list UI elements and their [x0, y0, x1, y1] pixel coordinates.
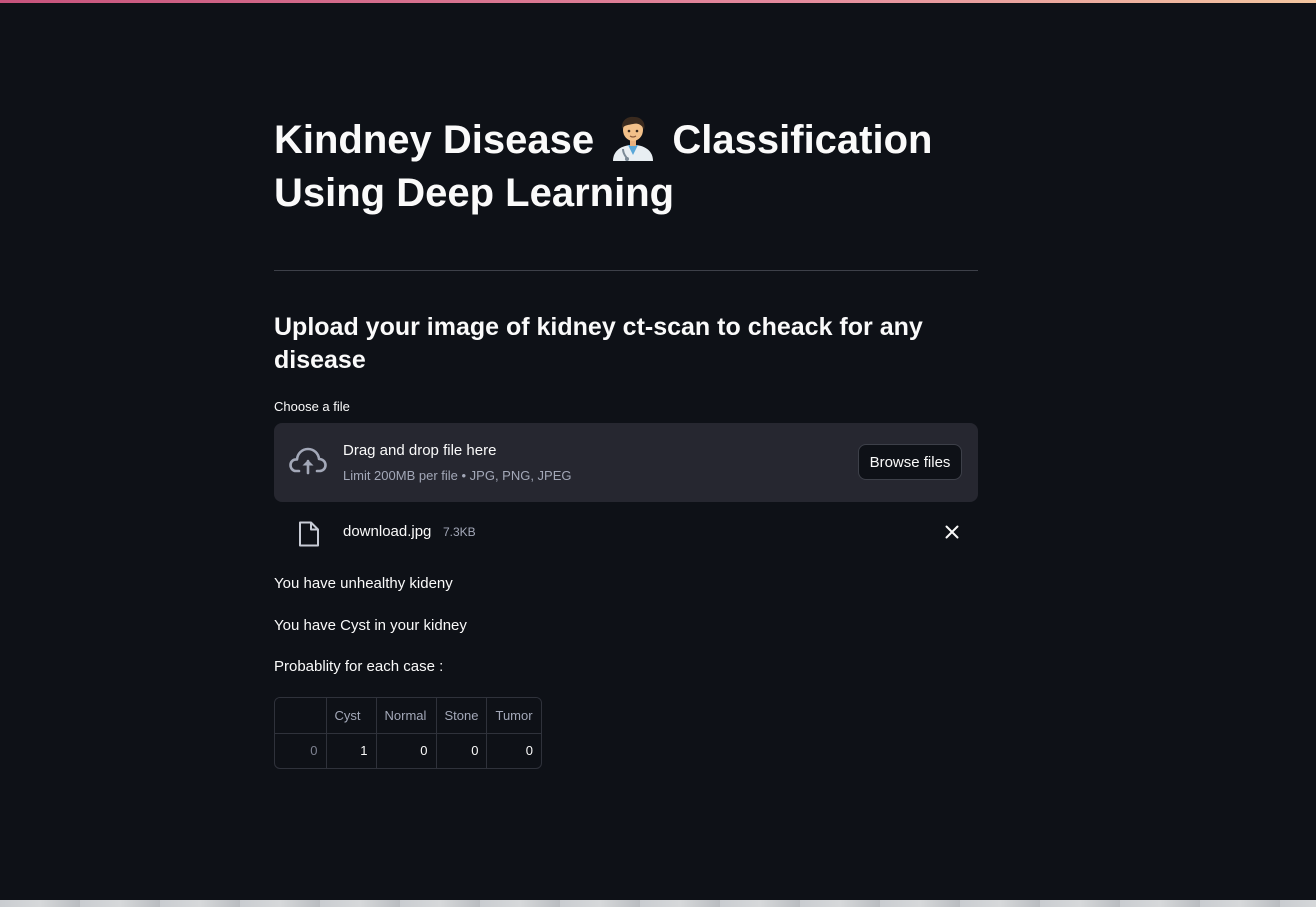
dropzone-title: Drag and drop file here — [343, 442, 497, 459]
health-worker-emoji-icon — [613, 116, 654, 161]
table-header-normal[interactable]: Normal — [376, 698, 437, 734]
uploaded-file-name: download.jpg — [343, 523, 432, 540]
table-header-index — [275, 698, 327, 734]
result-diagnosis-text: You have Cyst in your kidney — [274, 617, 467, 634]
table-row: 0 1 0 0 0 — [275, 733, 541, 768]
browse-files-button[interactable]: Browse files — [858, 444, 962, 480]
dropzone-limit-text: Limit 200MB per file • JPG, PNG, JPEG — [343, 468, 572, 483]
page-title-part1: Kindney Disease — [274, 118, 595, 162]
result-status-text: You have unhealthy kideny — [274, 575, 453, 592]
table-header-tumor[interactable]: Tumor — [486, 698, 541, 734]
file-dropzone[interactable]: Drag and drop file here Limit 200MB per … — [274, 423, 978, 502]
table-cell-normal: 0 — [376, 733, 437, 768]
section-divider — [274, 270, 978, 271]
table-header-row: Cyst Normal Stone Tumor — [275, 698, 541, 734]
table-header-cyst[interactable]: Cyst — [326, 698, 377, 734]
cloud-upload-icon — [289, 447, 327, 475]
uploaded-file-row: download.jpg 7.3KB — [274, 512, 978, 554]
uploaded-file-size: 7.3KB — [443, 525, 476, 539]
page-title: Kindney Disease Classification Using Dee… — [274, 114, 978, 220]
table-cell-stone: 0 — [436, 733, 488, 768]
bottom-edge-strip — [0, 900, 1316, 907]
table-header-stone[interactable]: Stone — [436, 698, 488, 734]
table-cell-cyst: 1 — [326, 733, 377, 768]
upload-subheader: Upload your image of kidney ct-scan to c… — [274, 313, 923, 374]
table-cell-tumor: 0 — [525, 743, 533, 759]
top-decoration-bar — [0, 0, 1316, 3]
close-icon[interactable] — [944, 524, 960, 540]
probability-table[interactable]: Cyst Normal Stone Tumor 0 1 0 0 0 — [274, 697, 542, 769]
file-icon — [299, 521, 319, 547]
file-uploader-label: Choose a file — [274, 399, 350, 414]
table-cell-index: 0 — [275, 733, 327, 768]
probability-label: Probablity for each case : — [274, 658, 444, 675]
